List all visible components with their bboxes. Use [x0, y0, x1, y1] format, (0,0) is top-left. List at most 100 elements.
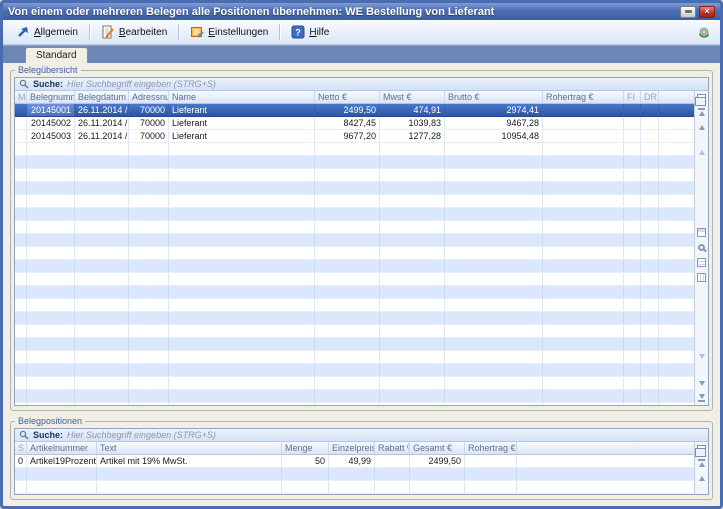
cell[interactable]: 2499,50 — [410, 455, 465, 467]
cell[interactable] — [641, 117, 659, 129]
cell — [75, 260, 129, 272]
scroll-last-icon[interactable] — [696, 393, 707, 403]
cell[interactable]: 0 — [15, 455, 27, 467]
cell[interactable]: 9677,20 — [315, 130, 380, 142]
scroll-up-icon[interactable] — [696, 122, 707, 132]
column-header-filler — [659, 91, 694, 103]
cell[interactable]: 26.11.2014 /Mi — [75, 130, 129, 142]
column-header[interactable]: Brutto € — [445, 91, 543, 103]
cell[interactable] — [624, 104, 641, 116]
cell[interactable]: 10954,48 — [445, 130, 543, 142]
search-icon[interactable] — [696, 243, 707, 253]
cell — [543, 273, 624, 285]
scroll-down-icon[interactable] — [696, 378, 707, 388]
column-header[interactable]: FI — [624, 91, 641, 103]
minimize-button[interactable] — [680, 6, 696, 18]
cell[interactable] — [624, 117, 641, 129]
table-row[interactable]: 0Artikel19ProzentArtikel mit 19% MwSt.50… — [15, 455, 694, 468]
scroll-first-icon[interactable] — [696, 458, 707, 468]
column-header[interactable]: S — [15, 442, 27, 454]
cell — [27, 143, 75, 155]
scroll-first-icon[interactable] — [696, 107, 707, 117]
cell[interactable]: 26.11.2014 /Mi — [75, 117, 129, 129]
cell[interactable]: 474,91 — [380, 104, 445, 116]
cell[interactable] — [15, 104, 27, 116]
cell[interactable] — [15, 117, 27, 129]
cell[interactable] — [15, 130, 27, 142]
column-header[interactable]: Name — [169, 91, 315, 103]
cell[interactable] — [641, 130, 659, 142]
cell[interactable]: 70000 — [129, 130, 169, 142]
cell[interactable]: 2974,41 — [445, 104, 543, 116]
column-chooser-icon[interactable] — [696, 93, 707, 103]
cell — [380, 182, 445, 194]
cell[interactable]: Lieferant — [169, 130, 315, 142]
beleguebersicht-gridframe: Suche: Hier Suchbegriff eingeben (STRG+S… — [14, 77, 709, 406]
column-header[interactable]: Rohertrag € — [543, 91, 624, 103]
scroll-next-icon[interactable] — [696, 363, 707, 373]
gear-sync-icon[interactable] — [697, 25, 711, 39]
cell[interactable]: 2499,50 — [315, 104, 380, 116]
column-header[interactable]: Belegnummer — [27, 91, 75, 103]
card-view-icon[interactable] — [696, 228, 707, 238]
cell[interactable]: 1277,28 — [380, 130, 445, 142]
cell[interactable] — [641, 104, 659, 116]
table-row[interactable]: 2014500326.11.2014 /Mi70000Lieferant9677… — [15, 130, 694, 143]
column-header[interactable]: DR — [641, 91, 659, 103]
auto-width-icon[interactable] — [696, 273, 707, 283]
column-chooser-icon[interactable] — [696, 444, 707, 454]
cell[interactable] — [543, 104, 624, 116]
hilfe-button[interactable]: ? Hilfe — [283, 22, 337, 42]
scroll-prev-icon[interactable] — [696, 488, 707, 494]
column-header[interactable]: Text — [97, 442, 282, 454]
cell[interactable] — [375, 455, 410, 467]
column-header[interactable]: Gesamt € — [410, 442, 465, 454]
column-header[interactable]: Einzelpreis € — [329, 442, 375, 454]
cell[interactable]: 20145002 — [27, 117, 75, 129]
cell[interactable] — [543, 117, 624, 129]
beleguebersicht-searchbar[interactable]: Suche: Hier Suchbegriff eingeben (STRG+S… — [15, 78, 708, 91]
cell[interactable]: 49,99 — [329, 455, 375, 467]
column-header[interactable]: M — [15, 91, 27, 103]
bearbeiten-button[interactable]: Bearbeiten — [93, 22, 175, 42]
cell[interactable]: 50 — [282, 455, 329, 467]
allgemein-button[interactable]: Allgemein — [8, 22, 86, 42]
cell — [129, 234, 169, 246]
column-header[interactable]: Artikelnummer — [27, 442, 97, 454]
cell[interactable] — [465, 455, 517, 467]
table-row[interactable]: 2014500226.11.2014 /Mi70000Lieferant8427… — [15, 117, 694, 130]
cell[interactable]: 1039,83 — [380, 117, 445, 129]
column-header[interactable]: Adressnummer — [129, 91, 169, 103]
column-header[interactable]: Menge — [282, 442, 329, 454]
column-header[interactable]: Belegdatum — [75, 91, 129, 103]
cell — [129, 338, 169, 350]
tab-standard[interactable]: Standard — [25, 47, 88, 63]
close-button[interactable]: × — [699, 6, 715, 18]
search-label: Suche: — [33, 79, 63, 89]
cell — [641, 403, 659, 405]
cell[interactable]: Lieferant — [169, 117, 315, 129]
cell[interactable]: Artikel19Prozent — [27, 455, 97, 467]
scroll-prev-icon[interactable] — [696, 137, 707, 147]
cell[interactable]: Lieferant — [169, 104, 315, 116]
titlebar[interactable]: Von einem oder mehreren Belegen alle Pos… — [3, 3, 720, 20]
belegpositionen-searchbar[interactable]: Suche: Hier Suchbegriff eingeben (STRG+S… — [15, 429, 708, 442]
column-header[interactable]: Rohertrag € — [465, 442, 517, 454]
cell[interactable]: Artikel mit 19% MwSt. — [97, 455, 282, 467]
cell[interactable] — [624, 130, 641, 142]
cell[interactable] — [543, 130, 624, 142]
band-rows-icon[interactable] — [696, 258, 707, 268]
cell[interactable]: 70000 — [129, 117, 169, 129]
cell[interactable]: 8427,45 — [315, 117, 380, 129]
cell[interactable]: 20145003 — [27, 130, 75, 142]
cell[interactable]: 26.11.2014 /Mi — [75, 104, 129, 116]
column-header[interactable]: Rabatt % — [375, 442, 410, 454]
cell[interactable]: 20145001 — [27, 104, 75, 116]
scroll-up-icon[interactable] — [696, 473, 707, 483]
column-header[interactable]: Netto € — [315, 91, 380, 103]
cell[interactable]: 70000 — [129, 104, 169, 116]
cell[interactable]: 9467,28 — [445, 117, 543, 129]
column-header[interactable]: Mwst € — [380, 91, 445, 103]
einstellungen-button[interactable]: Einstellungen — [182, 22, 276, 42]
table-row[interactable]: 2014500126.11.2014 /Mi70000Lieferant2499… — [15, 104, 694, 117]
